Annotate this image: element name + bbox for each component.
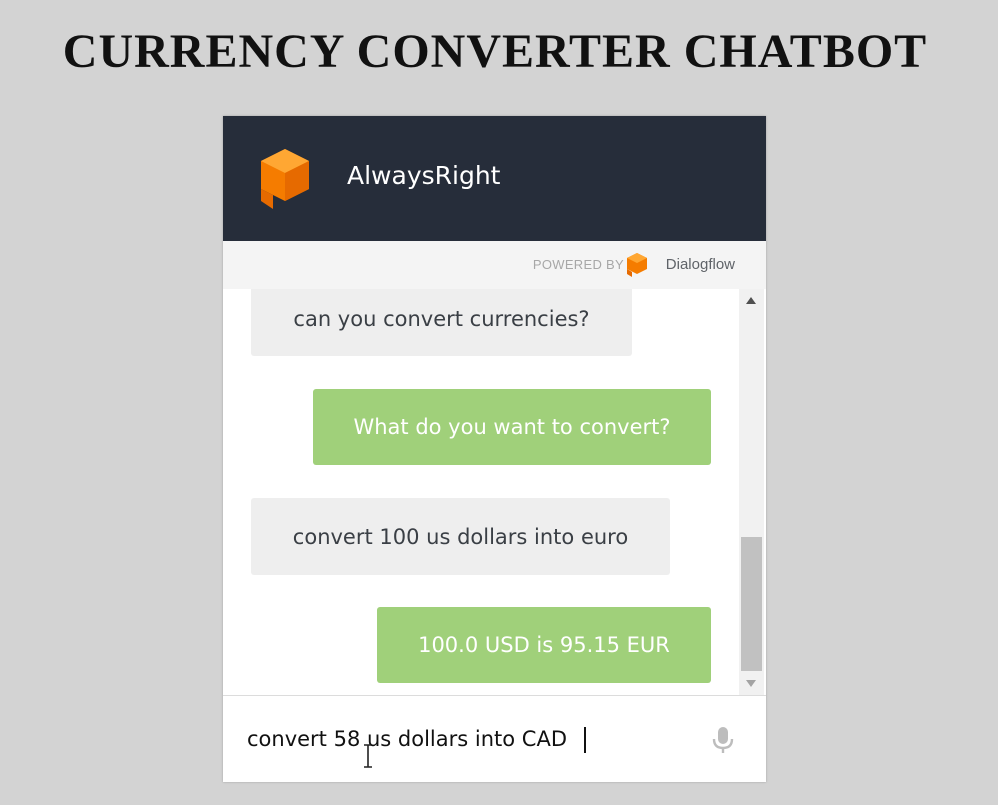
microphone-icon[interactable] (710, 725, 736, 755)
bot-name: AlwaysRight (347, 161, 501, 190)
scroll-up-arrow-icon[interactable] (746, 297, 756, 304)
powered-by-bar: POWERED BY Dialogflow (223, 241, 766, 289)
bot-message: What do you want to convert? (313, 389, 711, 465)
powered-by-label: POWERED BY (532, 257, 624, 272)
chat-header: AlwaysRight (223, 116, 766, 241)
message-input-bar (223, 695, 766, 782)
text-caret (584, 727, 586, 753)
scroll-down-arrow-icon[interactable] (746, 680, 756, 687)
dialogflow-logo-icon[interactable] (626, 253, 648, 277)
scroll-thumb[interactable] (741, 537, 762, 671)
message-input[interactable] (247, 722, 687, 756)
user-message: can you convert currencies? (251, 289, 632, 356)
mouse-cursor-ibeam-icon (364, 744, 372, 768)
dialogflow-brand-link[interactable]: Dialogflow (666, 255, 735, 275)
chat-scrollbar[interactable] (739, 289, 764, 695)
page-title: CURRENCY CONVERTER CHATBOT (62, 25, 928, 78)
bot-message: 100.0 USD is 95.15 EUR (377, 607, 711, 683)
chat-messages[interactable]: can you convert currencies? What do you … (223, 289, 741, 695)
chat-widget: AlwaysRight POWERED BY Dialogflow can yo… (223, 116, 766, 782)
bot-logo-icon (261, 149, 309, 209)
user-message: convert 100 us dollars into euro (251, 498, 670, 575)
